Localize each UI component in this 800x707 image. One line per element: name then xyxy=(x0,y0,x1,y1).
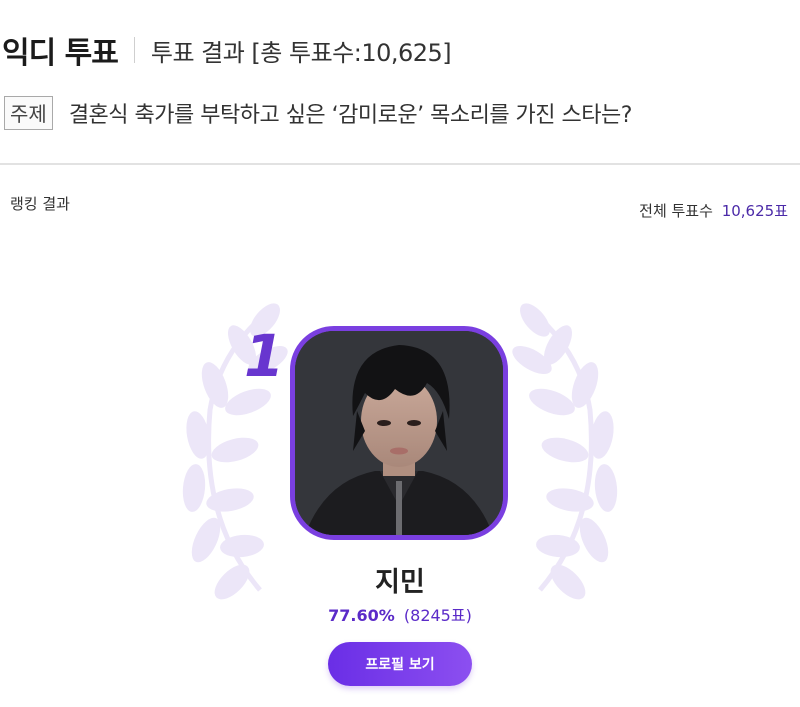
rank-number: 1 xyxy=(244,322,285,390)
winner-percent: 77.60% xyxy=(328,606,395,625)
topic-tag: 주제 xyxy=(4,96,53,130)
section-divider xyxy=(0,163,800,165)
total-votes-label: 전체 투표수 xyxy=(639,202,713,220)
page-subtitle: 투표 결과 [총 투표수:10,625] xyxy=(150,38,452,67)
header: 익디 투표 투표 결과 [총 투표수:10,625] xyxy=(0,22,452,78)
profile-button[interactable]: 프로필 보기 xyxy=(328,642,472,686)
topic-question: 결혼식 축가를 부탁하고 싶은 ‘감미로운’ 목소리를 가진 스타는? xyxy=(68,103,633,128)
winner-card: 1 지민 77.60% (8245표) 프로필 보기 xyxy=(0,260,800,707)
topic-row: 주제 결혼식 축가를 부탁하고 싶은 ‘감미로운’ 목소리를 가진 스타는? xyxy=(4,96,632,130)
ranking-label: 랭킹 결과 xyxy=(10,195,70,213)
total-votes-value: 10,625표 xyxy=(721,202,788,220)
portrait-image xyxy=(295,331,503,535)
winner-photo[interactable] xyxy=(290,326,508,540)
header-separator xyxy=(133,37,135,63)
app-title: 익디 투표 xyxy=(2,36,119,71)
winner-stats: 77.60% (8245표) xyxy=(0,602,800,626)
winner-name: 지민 xyxy=(375,567,425,598)
total-votes: 전체 투표수 10,625표 xyxy=(639,200,788,221)
winner-votes: (8245표) xyxy=(403,606,472,625)
